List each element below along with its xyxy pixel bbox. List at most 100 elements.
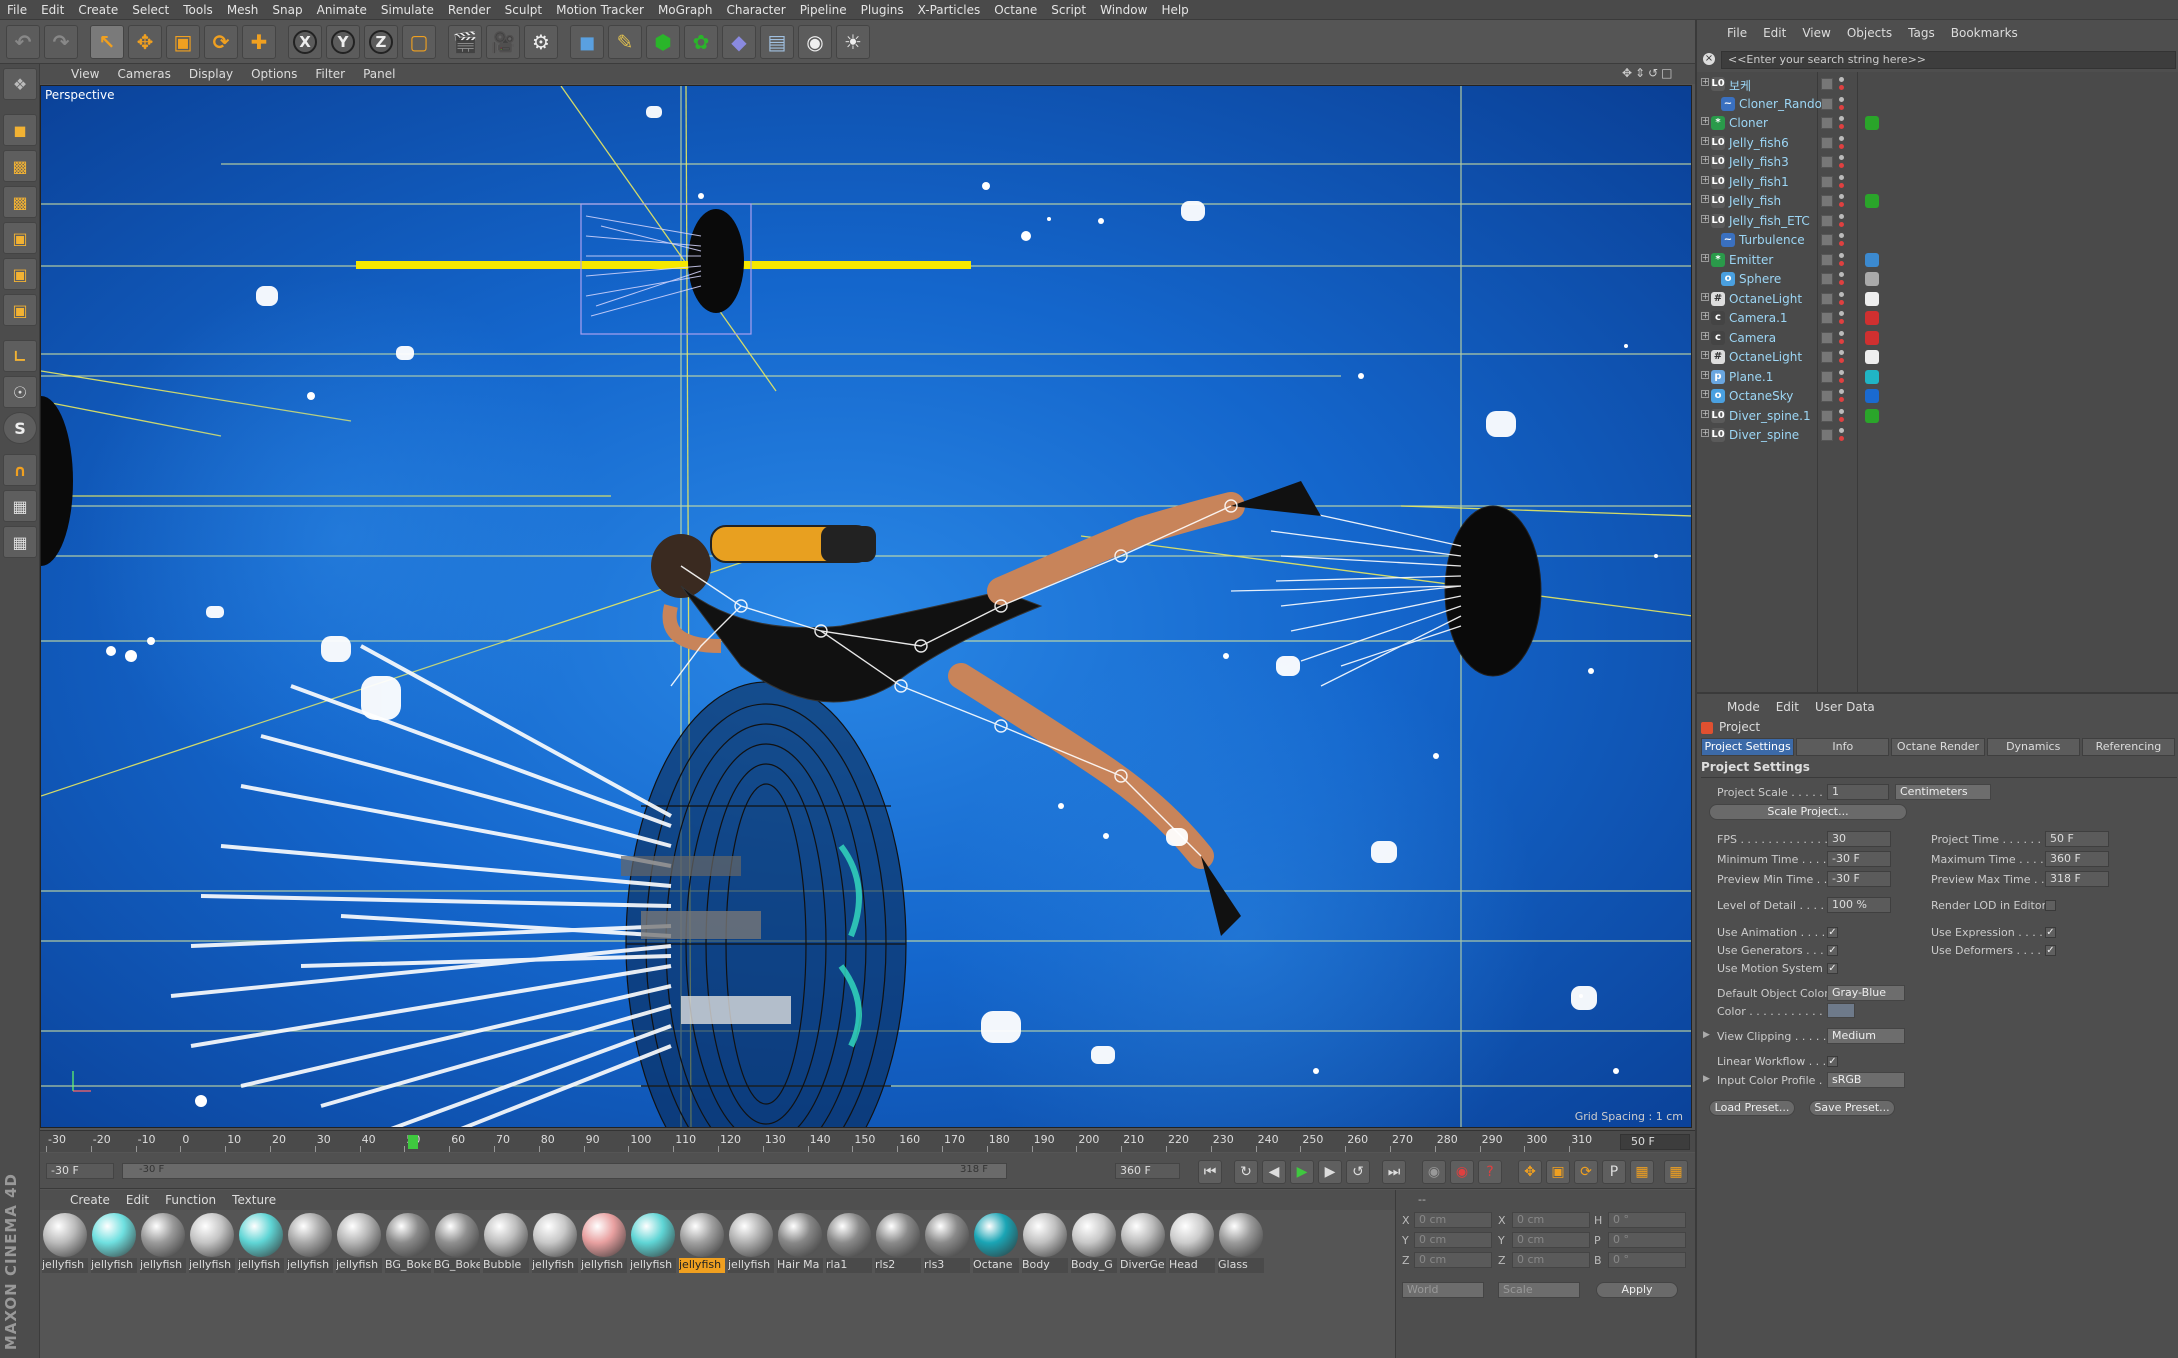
points-mode-icon[interactable]: ▣: [3, 222, 37, 254]
menu-help[interactable]: Help: [1154, 0, 1195, 20]
material-swatch[interactable]: jellyfish: [189, 1213, 235, 1275]
expand-toggle-icon[interactable]: +: [1701, 292, 1709, 301]
key-position-icon[interactable]: ✥: [1518, 1160, 1542, 1184]
object-row[interactable]: + # OctaneLight: [1697, 289, 2178, 309]
material-swatch[interactable]: jellyfish: [42, 1213, 88, 1275]
object-menu-bookmarks[interactable]: Bookmarks: [1943, 26, 2026, 40]
material-swatch[interactable]: jellyfish: [679, 1213, 725, 1275]
object-row[interactable]: + L0 Diver_spine: [1697, 425, 2178, 445]
render-visibility-dot[interactable]: [1839, 104, 1844, 110]
redo-button[interactable]: ↷: [44, 24, 78, 59]
object-tag-icon[interactable]: [1865, 252, 1879, 267]
material-swatch[interactable]: Bubble: [483, 1213, 529, 1275]
go-to-next-key-icon[interactable]: ↺: [1346, 1160, 1370, 1184]
layer-visibility-box[interactable]: [1821, 390, 1833, 402]
record-active-icon[interactable]: ◉: [1450, 1160, 1474, 1184]
expand-toggle-icon[interactable]: +: [1701, 429, 1709, 437]
viewport-menu-view[interactable]: View: [62, 67, 108, 81]
autokey-icon[interactable]: ?: [1478, 1160, 1502, 1184]
view-clipping-dropdown[interactable]: Medium: [1827, 1028, 1905, 1044]
menu-character[interactable]: Character: [719, 0, 792, 20]
material-swatch[interactable]: Glass: [1218, 1213, 1264, 1275]
end-frame-field[interactable]: 360 F: [1115, 1163, 1180, 1179]
menu-create[interactable]: Create: [71, 0, 125, 20]
expand-toggle-icon[interactable]: +: [1701, 195, 1709, 203]
search-clear-icon[interactable]: ×: [1703, 53, 1715, 65]
model-mode-icon[interactable]: ◼: [3, 114, 37, 146]
material-swatch[interactable]: BG_Boke: [434, 1213, 480, 1275]
viewport-menu-panel[interactable]: Panel: [354, 67, 404, 81]
layer-visibility-box[interactable]: [1821, 97, 1833, 110]
layer-visibility-box[interactable]: [1821, 175, 1833, 188]
default-object-color-dropdown[interactable]: Gray-Blue: [1827, 985, 1905, 1001]
expand-toggle-icon[interactable]: +: [1701, 117, 1709, 125]
object-tag-icon[interactable]: [1865, 408, 1879, 423]
viewport-menu-cameras[interactable]: Cameras: [108, 67, 179, 81]
object-tag-icon[interactable]: [1865, 350, 1879, 364]
menu-select[interactable]: Select: [125, 0, 176, 20]
object-tag-icon[interactable]: [1865, 330, 1879, 345]
object-row[interactable]: + c Camera.1: [1697, 308, 2178, 328]
key-scale-icon[interactable]: ▣: [1546, 1160, 1570, 1184]
viewport-menu-filter[interactable]: Filter: [306, 67, 354, 81]
object-row[interactable]: + * Emitter: [1697, 250, 2178, 270]
material-swatch[interactable]: rls3: [924, 1213, 970, 1275]
object-tag-icon[interactable]: [1865, 194, 1879, 208]
layer-visibility-box[interactable]: [1821, 117, 1833, 129]
expand-toggle-icon[interactable]: +: [1701, 409, 1709, 418]
material-swatch[interactable]: jellyfish: [728, 1213, 774, 1275]
record-keys-off-icon[interactable]: ◉: [1422, 1160, 1446, 1184]
key-parameter-icon[interactable]: P: [1602, 1160, 1626, 1184]
previous-frame-icon[interactable]: ◀: [1262, 1160, 1286, 1184]
editor-visibility-dot[interactable]: [1839, 194, 1844, 199]
timeline-window-icon[interactable]: ▦: [1664, 1160, 1688, 1184]
save-preset-button[interactable]: Save Preset...: [1809, 1100, 1895, 1116]
linear-workflow-checkbox[interactable]: ✓: [1827, 1056, 1838, 1067]
editor-visibility-dot[interactable]: [1839, 96, 1844, 102]
object-row[interactable]: + L0 Jelly_fish: [1697, 191, 2178, 211]
expand-toggle-icon[interactable]: +: [1701, 136, 1709, 145]
material-swatch[interactable]: jellyfish: [630, 1213, 676, 1275]
tab-project-settings[interactable]: Project Settings: [1701, 738, 1795, 756]
expand-toggle-icon[interactable]: +: [1701, 351, 1709, 359]
layer-visibility-box[interactable]: [1821, 195, 1833, 207]
object-tag-icon[interactable]: [1865, 291, 1879, 306]
z-axis-lock-button[interactable]: Z: [364, 24, 398, 59]
material-swatch[interactable]: Hair Ma: [777, 1213, 823, 1275]
scale-project-button[interactable]: Scale Project...: [1709, 804, 1907, 820]
menu-animate[interactable]: Animate: [310, 0, 374, 20]
polygons-mode-icon[interactable]: ▣: [3, 294, 37, 326]
viewport-menu-display[interactable]: Display: [180, 67, 242, 81]
render-visibility-dot[interactable]: [1839, 436, 1844, 441]
material-menu-edit[interactable]: Edit: [118, 1193, 157, 1207]
render-visibility-dot[interactable]: [1839, 338, 1844, 344]
layer-visibility-box[interactable]: [1821, 214, 1833, 227]
material-menu-texture[interactable]: Texture: [224, 1193, 284, 1207]
tab-dynamics[interactable]: Dynamics: [1986, 738, 2080, 756]
object-row[interactable]: ~ Turbulence: [1697, 230, 2178, 250]
input-color-profile-dropdown[interactable]: sRGB: [1827, 1072, 1905, 1088]
material-swatch[interactable]: rla1: [826, 1213, 872, 1275]
edges-mode-icon[interactable]: ▣: [3, 258, 37, 290]
input-profile-expand-icon[interactable]: ▶: [1703, 1074, 1710, 1084]
expand-toggle-icon[interactable]: +: [1701, 312, 1709, 320]
menu-script[interactable]: Script: [1044, 0, 1093, 20]
use-generators-checkbox[interactable]: ✓: [1827, 945, 1838, 956]
object-row[interactable]: + L0 Diver_spine.1: [1697, 406, 2178, 426]
viewport-nav-icons[interactable]: ✥⇕↺□: [1622, 66, 1692, 82]
editor-visibility-dot[interactable]: [1839, 174, 1844, 180]
editor-visibility-dot[interactable]: [1839, 311, 1844, 316]
object-menu-tags[interactable]: Tags: [1900, 26, 1943, 40]
play-forwards-icon[interactable]: ▶: [1290, 1160, 1314, 1184]
layer-visibility-box[interactable]: [1821, 331, 1833, 344]
use-motion-system-checkbox[interactable]: ✓: [1827, 963, 1838, 974]
object-menu-file[interactable]: File: [1719, 26, 1755, 40]
layer-visibility-box[interactable]: [1821, 156, 1833, 168]
editor-visibility-dot[interactable]: [1839, 213, 1844, 219]
layer-visibility-box[interactable]: [1821, 292, 1833, 305]
snap-magnet-icon[interactable]: ∩: [3, 454, 37, 486]
use-deformers-checkbox[interactable]: ✓: [2045, 945, 2056, 956]
scale-tool-icon[interactable]: ▣: [166, 24, 200, 59]
coord-value-field[interactable]: 0 cm: [1512, 1252, 1590, 1268]
expand-toggle-icon[interactable]: +: [1701, 370, 1709, 379]
